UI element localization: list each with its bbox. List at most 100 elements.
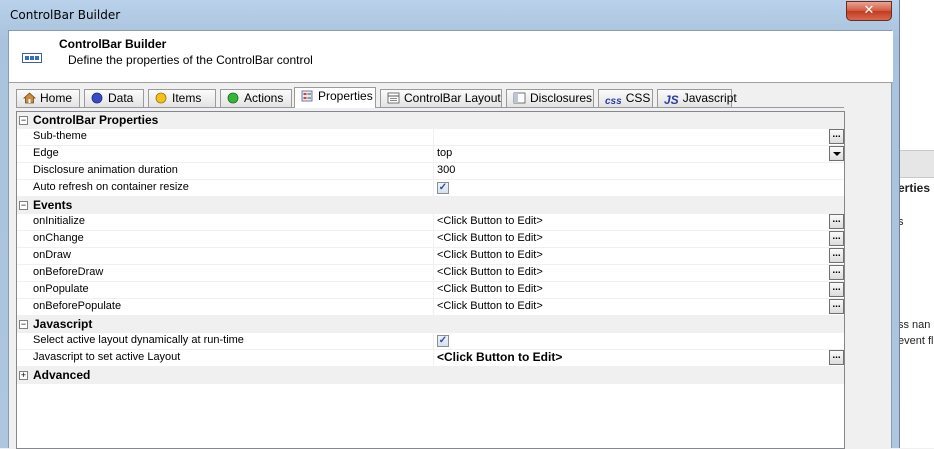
property-row-disclosure-duration[interactable]: Disclosure animation duration 300: [17, 163, 844, 180]
property-row-sub-theme[interactable]: Sub-theme ...: [17, 129, 844, 146]
property-value: 300: [437, 164, 456, 176]
category-controlbar-properties[interactable]: − ControlBar Properties: [17, 112, 844, 129]
tab-home[interactable]: Home: [16, 89, 80, 107]
tab-css[interactable]: css CSS: [598, 89, 653, 107]
header-subtitle: Define the properties of the ControlBar …: [68, 53, 313, 67]
expand-toggle[interactable]: +: [19, 371, 28, 380]
property-value-field[interactable]: <Click Button to Edit> ...: [433, 214, 844, 230]
dynamic-layout-checkbox[interactable]: ✓: [437, 335, 449, 347]
property-value-field[interactable]: <Click Button to Edit> ...: [433, 231, 844, 247]
js-icon: JS: [664, 93, 679, 107]
collapse-toggle[interactable]: −: [19, 116, 28, 125]
category-javascript[interactable]: − Javascript: [17, 316, 844, 333]
property-row-edge[interactable]: Edge top: [17, 146, 844, 163]
tab-label: Items: [172, 91, 202, 105]
property-name: onBeforePopulate: [33, 300, 122, 312]
category-label: Advanced: [33, 368, 91, 382]
property-value: <Click Button to Edit>: [437, 266, 543, 278]
edit-button[interactable]: ...: [829, 129, 844, 144]
background-text: ss nan: [898, 319, 931, 331]
edit-button[interactable]: ...: [829, 214, 844, 229]
header-title: ControlBar Builder: [59, 37, 167, 51]
tab-actions[interactable]: Actions: [220, 89, 292, 107]
tab-data[interactable]: Data: [84, 89, 144, 107]
property-value-field[interactable]: <Click Button to Edit> ...: [433, 350, 844, 366]
property-name: Select active layout dynamically at run-…: [33, 334, 244, 346]
yellow-circle-icon: [155, 92, 167, 104]
chevron-down-icon[interactable]: [829, 146, 844, 161]
property-value-field[interactable]: 300: [433, 163, 844, 179]
collapse-toggle[interactable]: −: [19, 201, 28, 210]
property-row-onpopulate[interactable]: onPopulate <Click Button to Edit> ...: [17, 282, 844, 299]
window-title: ControlBar Builder: [10, 8, 121, 22]
title-bar[interactable]: ControlBar Builder ✕: [0, 0, 900, 30]
property-row-onbeforepopulate[interactable]: onBeforePopulate <Click Button to Edit> …: [17, 299, 844, 316]
property-row-dynamic-layout[interactable]: Select active layout dynamically at run-…: [17, 333, 844, 350]
tab-disclosures[interactable]: Disclosures: [506, 89, 594, 107]
close-icon: ✕: [863, 3, 875, 18]
property-name: Auto refresh on container resize: [33, 181, 189, 193]
tab-properties[interactable]: Properties: [294, 87, 376, 108]
category-label: Javascript: [33, 317, 93, 331]
property-grid[interactable]: − ControlBar Properties Sub-theme ... Ed…: [16, 111, 845, 449]
tab-label: Home: [40, 91, 73, 105]
auto-refresh-checkbox[interactable]: ✓: [437, 182, 449, 194]
property-name: onChange: [33, 232, 84, 244]
dialog-header: ControlBar Builder Define the properties…: [9, 31, 893, 83]
property-row-onchange[interactable]: onChange <Click Button to Edit> ...: [17, 231, 844, 248]
edit-button[interactable]: ...: [829, 299, 844, 314]
tab-items[interactable]: Items: [148, 89, 216, 107]
property-row-ondraw[interactable]: onDraw <Click Button to Edit> ...: [17, 248, 844, 265]
disclosures-icon: [513, 92, 526, 104]
edit-button[interactable]: ...: [829, 248, 844, 263]
green-circle-icon: [227, 92, 239, 104]
property-name: onDraw: [33, 249, 71, 261]
category-label: Events: [33, 198, 73, 212]
edit-button[interactable]: ...: [829, 350, 844, 365]
property-name: onInitialize: [33, 215, 85, 227]
home-icon: [23, 92, 36, 104]
property-value-field[interactable]: <Click Button to Edit> ...: [433, 248, 844, 264]
edit-button[interactable]: ...: [829, 231, 844, 246]
tab-label: Data: [108, 91, 134, 105]
property-value: <Click Button to Edit>: [437, 300, 543, 312]
category-events[interactable]: − Events: [17, 197, 844, 214]
tab-controlbar-layout[interactable]: ControlBar Layout: [380, 89, 502, 107]
edit-button[interactable]: ...: [829, 282, 844, 297]
property-value[interactable]: ...: [433, 129, 844, 145]
property-row-auto-refresh[interactable]: Auto refresh on container resize ✓: [17, 180, 844, 197]
tab-label: Disclosures: [530, 91, 593, 105]
property-name: Edge: [33, 147, 59, 159]
property-value-field[interactable]: <Click Button to Edit> ...: [433, 299, 844, 315]
collapse-toggle[interactable]: −: [19, 320, 28, 329]
property-value: <Click Button to Edit>: [437, 215, 543, 227]
tab-label: CSS: [625, 91, 651, 105]
property-value: top: [437, 147, 453, 159]
property-value-field[interactable]: <Click Button to Edit> ...: [433, 282, 844, 298]
property-name: onBeforeDraw: [33, 266, 104, 278]
edit-button[interactable]: ...: [829, 265, 844, 280]
tab-label: Javascript: [682, 91, 737, 105]
tab-label: ControlBar Layout: [404, 91, 501, 105]
property-row-js-active-layout[interactable]: Javascript to set active Layout <Click B…: [17, 350, 844, 367]
blue-circle-icon: [91, 92, 103, 104]
background-header-strip: [896, 150, 934, 178]
property-value: <Click Button to Edit>: [437, 283, 543, 295]
property-value: <Click Button to Edit>: [437, 249, 543, 261]
tab-label: Actions: [244, 91, 284, 105]
property-value: <Click Button to Edit>: [437, 232, 543, 244]
properties-icon: [301, 90, 313, 102]
tab-javascript[interactable]: JS Javascript: [657, 89, 737, 107]
property-value-field[interactable]: <Click Button to Edit> ...: [433, 265, 844, 281]
side-area: [847, 111, 891, 449]
property-row-onbeforedraw[interactable]: onBeforeDraw <Click Button to Edit> ...: [17, 265, 844, 282]
property-value: <Click Button to Edit>: [437, 350, 563, 364]
property-name: onPopulate: [33, 283, 89, 295]
property-row-oninitialize[interactable]: onInitialize <Click Button to Edit> ...: [17, 214, 844, 231]
background-text: event fl: [898, 335, 934, 347]
property-name: Sub-theme: [33, 130, 87, 142]
close-button[interactable]: ✕: [846, 1, 892, 21]
category-advanced[interactable]: + Advanced: [17, 367, 844, 384]
edge-select[interactable]: top: [433, 146, 844, 162]
layout-icon: [387, 92, 400, 104]
